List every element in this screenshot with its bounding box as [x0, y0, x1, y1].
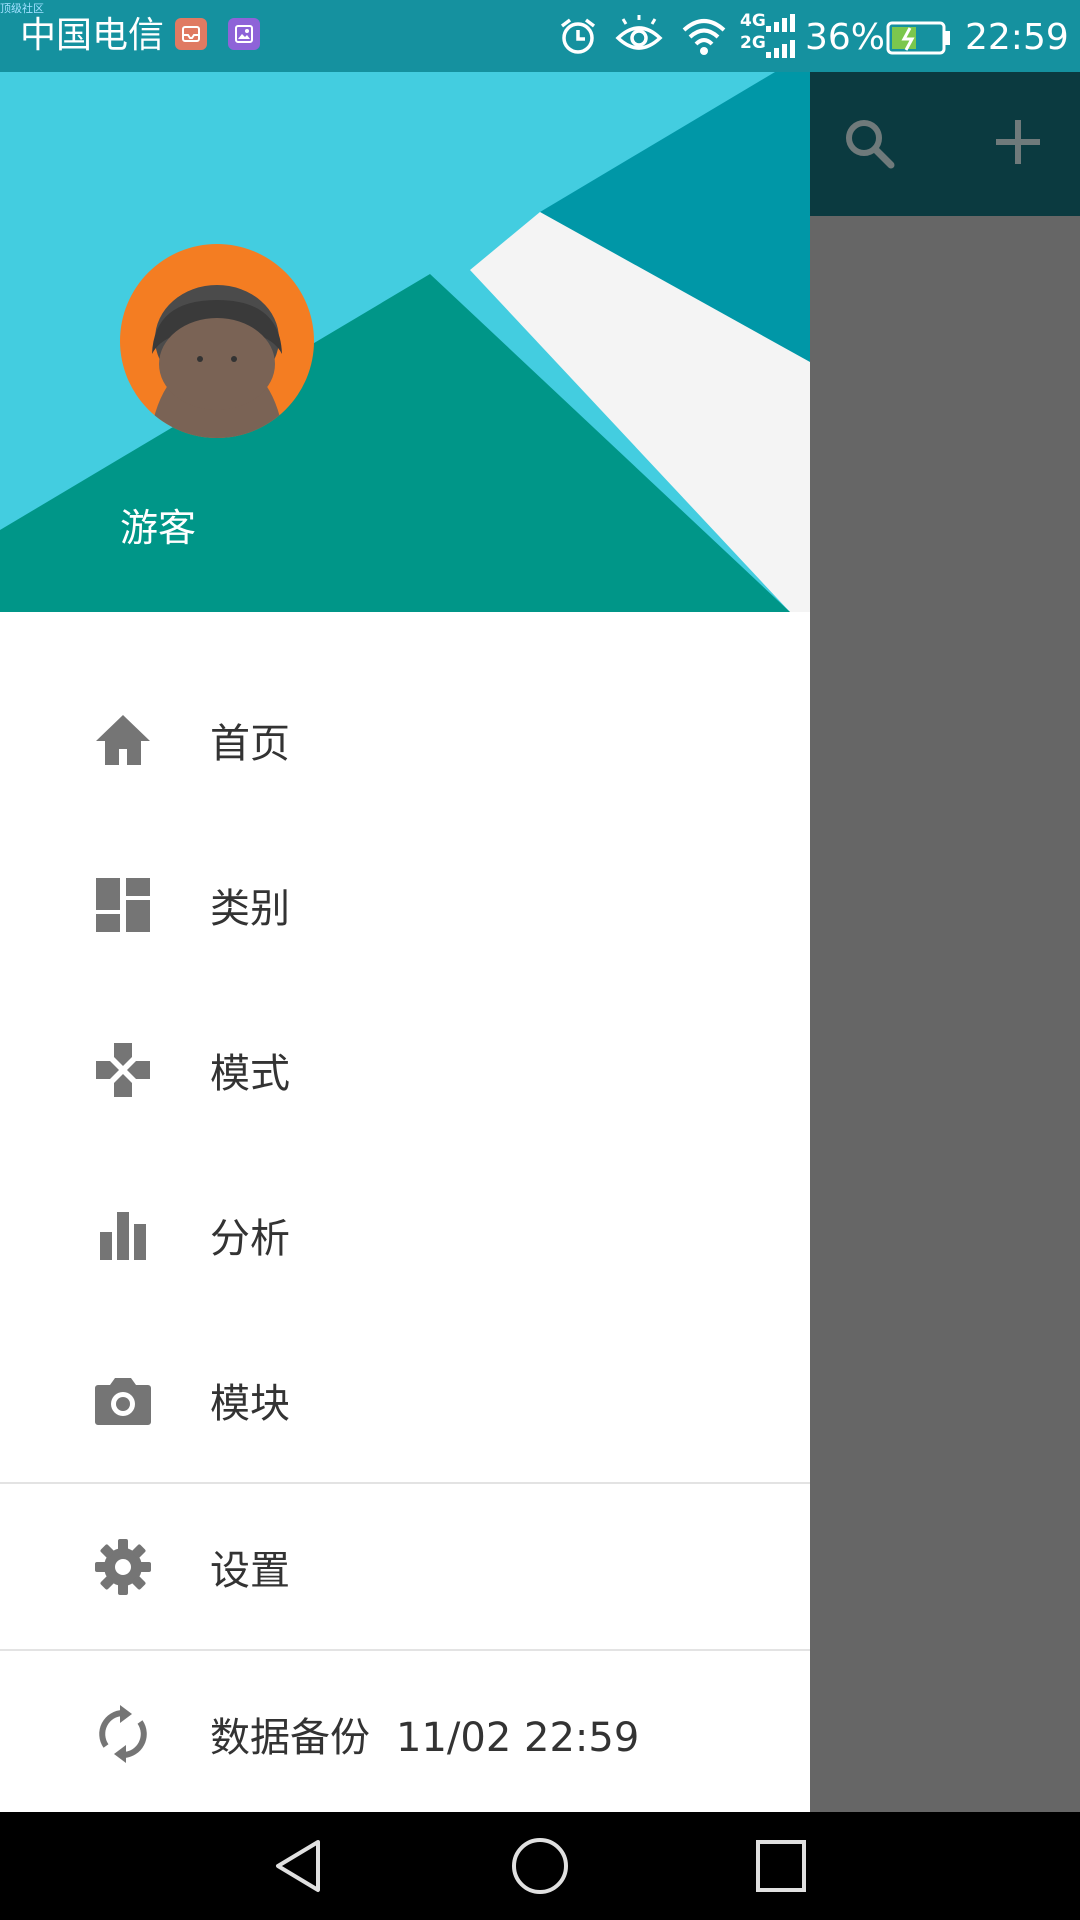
- username[interactable]: 游客: [120, 504, 196, 552]
- menu-label: 设置: [210, 1547, 290, 1594]
- settings-gear-icon: [95, 1538, 151, 1595]
- dashboard-icon: [96, 877, 150, 932]
- battery-charging-icon: [886, 21, 950, 55]
- network-type-2g: 2G: [740, 33, 766, 53]
- menu-item-module[interactable]: 模块: [0, 1317, 810, 1482]
- backup-time: 11/02 22:59: [396, 1714, 640, 1761]
- backup-label-group: 数据备份 11/02 22:59: [210, 1705, 639, 1763]
- clock: 22:59: [965, 17, 1069, 58]
- menu-item-home[interactable]: 首页: [0, 657, 810, 822]
- app-content-scrim[interactable]: [810, 216, 1080, 1812]
- drawer-header: 游客: [0, 72, 810, 612]
- gamepad-icon: [96, 1042, 150, 1097]
- menu-item-mode[interactable]: 模式: [0, 987, 810, 1152]
- alarm-icon: [560, 18, 596, 54]
- menu-label: 首页: [210, 720, 290, 767]
- eye-comfort-icon: [615, 15, 663, 50]
- home-icon: [96, 714, 150, 765]
- menu-label: 模块: [210, 1380, 290, 1427]
- camera-icon: [95, 1377, 151, 1425]
- sync-icon: [99, 1704, 147, 1763]
- network-type-4g: 4G: [740, 11, 766, 31]
- menu-item-settings[interactable]: 设置: [0, 1484, 810, 1649]
- search-icon[interactable]: [840, 114, 900, 174]
- status-bar: 顶级社区 中国电信 4G 2G 36% 22:59: [0, 0, 1080, 72]
- menu-label: 模式: [210, 1050, 290, 1097]
- avatar-face-icon: [150, 285, 284, 438]
- add-icon[interactable]: [990, 114, 1046, 170]
- home-circle-icon[interactable]: [510, 1836, 570, 1896]
- recents-icon[interactable]: [750, 1836, 810, 1896]
- battery-percent: 36%: [805, 17, 886, 58]
- menu-label: 类别: [210, 885, 290, 932]
- backup-label: 数据备份: [210, 1714, 370, 1761]
- carrier-name: 中国电信: [20, 15, 165, 56]
- menu-item-backup[interactable]: 数据备份 11/02 22:59: [0, 1651, 810, 1812]
- mail-notification-icon: [175, 18, 207, 50]
- signal-icon: [766, 14, 795, 58]
- system-navigation-bar: [0, 1812, 1080, 1920]
- menu-item-category[interactable]: 类别: [0, 822, 810, 987]
- wifi-icon: [682, 19, 726, 55]
- user-avatar[interactable]: [120, 244, 314, 438]
- bar-chart-icon: [100, 1211, 146, 1260]
- back-icon[interactable]: [270, 1836, 330, 1896]
- menu-label: 分析: [210, 1215, 290, 1262]
- navigation-drawer: 游客 首页 类别 模式 分析 模块 设置 数据备份 11/02 22:59: [0, 72, 810, 1812]
- app-toolbar: [810, 72, 1080, 216]
- menu-item-analysis[interactable]: 分析: [0, 1152, 810, 1317]
- gallery-notification-icon: [228, 18, 260, 50]
